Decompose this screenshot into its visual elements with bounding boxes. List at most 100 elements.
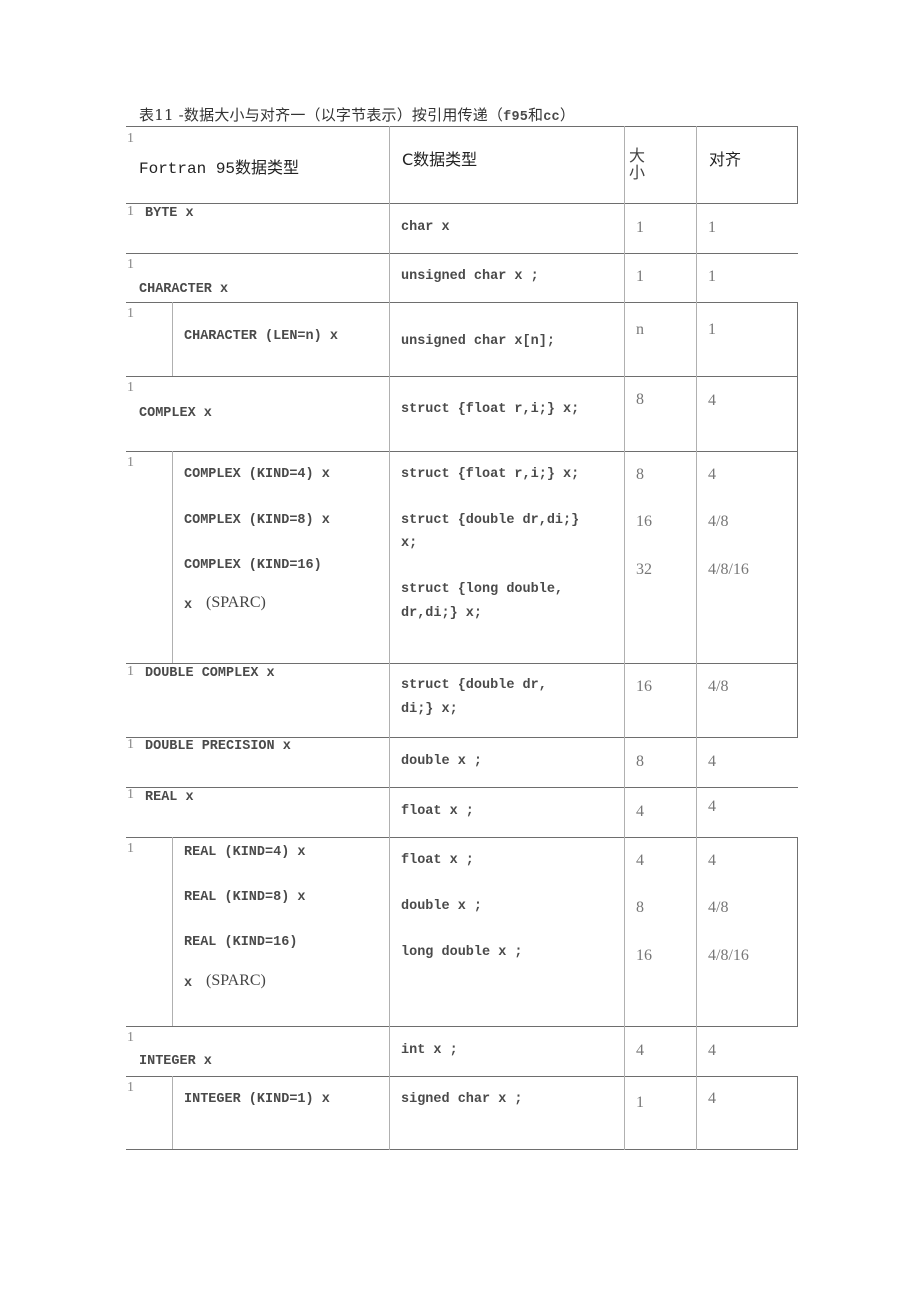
align-value: 1: [708, 321, 716, 338]
fortran-type: REAL (KIND=4) x: [184, 845, 306, 860]
align-value: 1: [708, 219, 716, 236]
table-rule: [126, 203, 798, 204]
row-marker: 1: [127, 664, 134, 679]
row-marker: 1: [127, 257, 134, 272]
nested-divider: [172, 837, 173, 1026]
size-value: 8: [636, 391, 644, 408]
fortran-type: DOUBLE PRECISION x: [145, 739, 291, 754]
c-type: struct {float r,i;} x;: [401, 467, 580, 482]
fortran-type: x: [184, 976, 193, 991]
fortran-type-note: (SPARC): [206, 594, 266, 611]
align-value: 1: [708, 268, 716, 285]
column-divider: [624, 126, 625, 1150]
column-divider: [696, 126, 697, 1150]
row-marker: 1: [127, 380, 134, 395]
table-rule: [126, 451, 798, 452]
size-value: 8: [636, 899, 644, 916]
size-value: 4: [636, 1042, 644, 1059]
nested-divider: [172, 302, 173, 376]
size-value: 4: [636, 803, 644, 820]
align-value: 4/8/16: [708, 947, 749, 964]
table-rule: [126, 1076, 798, 1077]
c-type: double x ;: [401, 899, 483, 914]
right-border: [797, 1076, 798, 1149]
c-type: int x ;: [401, 1043, 458, 1058]
align-value: 4: [708, 753, 716, 770]
row-marker: 1: [127, 455, 134, 470]
table-rule: [126, 126, 798, 127]
align-value: 4: [708, 466, 716, 483]
c-type: double x ;: [401, 754, 483, 769]
header-fortran-type: Fortran 95数据类型: [139, 160, 300, 178]
row-marker: 1: [127, 841, 134, 856]
align-value: 4: [708, 392, 716, 409]
caption-suffix: ）: [559, 106, 576, 124]
fortran-type: DOUBLE COMPLEX x: [145, 666, 275, 681]
align-value: 4/8: [708, 678, 729, 695]
c-type: di;} x;: [401, 702, 458, 717]
fortran-type: COMPLEX (KIND=4) x: [184, 467, 330, 482]
fortran-type: CHARACTER x: [139, 282, 229, 297]
header-size: 大小: [629, 146, 646, 182]
table-rule: [126, 1149, 798, 1150]
table-caption: 表11 -数据大小与对齐一（以字节表示）按引用传递（f95和cc）: [139, 104, 575, 125]
header-c-type: C数据类型: [402, 150, 478, 169]
fortran-type-note: (SPARC): [206, 972, 266, 989]
right-border: [797, 126, 798, 203]
table-rule: [126, 376, 798, 377]
c-type: x;: [401, 536, 418, 551]
fortran-type: INTEGER (KIND=1) x: [184, 1092, 330, 1107]
align-value: 4/8/16: [708, 561, 749, 578]
c-type: dr,di;} x;: [401, 606, 483, 621]
row-marker: 1: [127, 306, 134, 321]
table-rule: [126, 837, 798, 838]
c-type: unsigned char x[n];: [401, 334, 555, 349]
align-value: 4/8: [708, 899, 729, 916]
fortran-type: REAL x: [145, 790, 194, 805]
fortran-type: REAL (KIND=16): [184, 935, 298, 950]
align-value: 4/8: [708, 513, 729, 530]
size-value: 8: [636, 466, 644, 483]
c-type: unsigned char x ;: [401, 269, 539, 284]
table-rule: [126, 253, 798, 254]
align-value: 4: [708, 798, 716, 815]
header-alignment: 对齐: [709, 150, 742, 169]
fortran-type: COMPLEX (KIND=8) x: [184, 513, 330, 528]
table-rule: [126, 737, 798, 738]
row-marker: 1: [127, 737, 134, 752]
caption-text: 表11 -数据大小与对齐一（以字节表示）按引用传递（: [139, 106, 504, 124]
fortran-type: CHARACTER (LEN=n) x: [184, 329, 338, 344]
c-type: struct {long double,: [401, 582, 564, 597]
table-rule: [126, 302, 798, 303]
c-type: float x ;: [401, 853, 474, 868]
fortran-type: INTEGER x: [139, 1054, 212, 1069]
c-type: struct {double dr,: [401, 678, 547, 693]
table-rule: [126, 787, 798, 788]
size-value: n: [636, 321, 644, 338]
size-value: 32: [636, 561, 652, 578]
table-rule: [126, 663, 798, 664]
nested-divider: [172, 1076, 173, 1149]
row-marker: 1: [127, 204, 134, 219]
fortran-type: x: [184, 598, 193, 613]
fortran-type: BYTE x: [145, 206, 194, 221]
data-size-alignment-table: 1 Fortran 95数据类型 C数据类型 大小 对齐 1 BYTE x ch…: [126, 126, 798, 1150]
column-divider: [389, 126, 390, 1150]
caption-and: 和: [528, 106, 544, 124]
size-value: 4: [636, 852, 644, 869]
c-type: struct {double dr,di;}: [401, 513, 580, 528]
caption-f95: f95: [503, 110, 529, 125]
c-type: char x: [401, 220, 450, 235]
right-border: [797, 837, 798, 1026]
right-border: [797, 302, 798, 663]
size-value: 1: [636, 219, 644, 236]
nested-divider: [172, 451, 173, 663]
c-type: float x ;: [401, 804, 474, 819]
right-border: [797, 663, 798, 737]
fortran-type: COMPLEX (KIND=16): [184, 558, 322, 573]
table-rule: [126, 1026, 798, 1027]
fortran-type: COMPLEX x: [139, 406, 212, 421]
row-marker: 1: [127, 131, 134, 146]
align-value: 4: [708, 852, 716, 869]
size-value: 1: [636, 268, 644, 285]
